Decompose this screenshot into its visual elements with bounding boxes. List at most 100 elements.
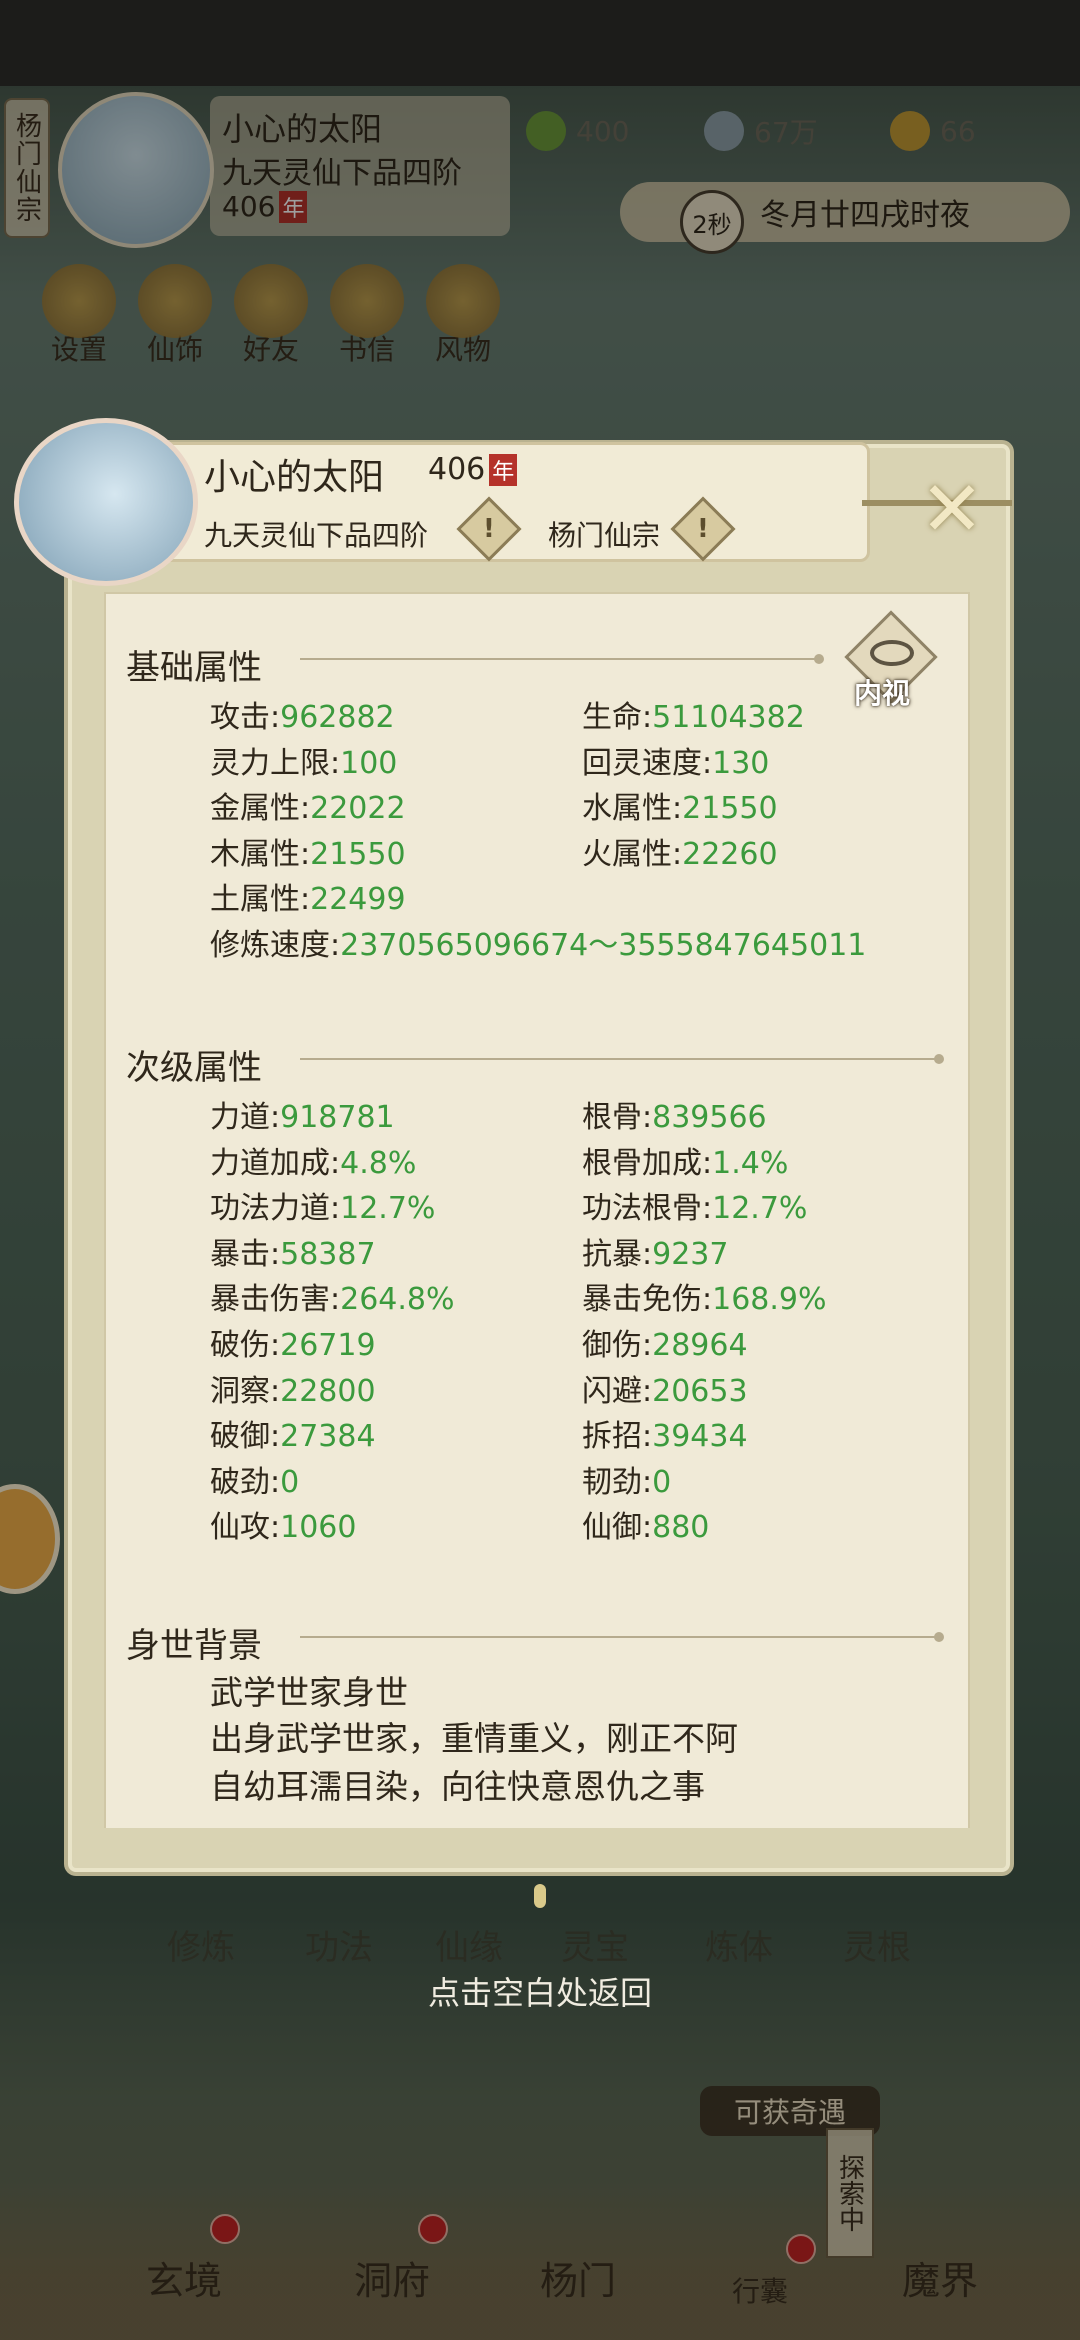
attr-label: 金属性 — [210, 791, 300, 826]
attr-secondary-15: 拆招:39434 — [582, 1411, 748, 1455]
attr-secondary-14: 破御:27384 — [210, 1411, 376, 1455]
attr-value: 58387 — [280, 1236, 376, 1272]
attr-separator: : — [642, 1236, 653, 1272]
attr-separator: : — [642, 700, 653, 735]
profile-age-value: 406 — [428, 452, 486, 487]
attr-label: 功法力道 — [210, 1191, 330, 1227]
warning-icon: ! — [483, 513, 495, 544]
attr-value: 12.7% — [340, 1191, 436, 1227]
attr-value: 0 — [280, 1464, 300, 1500]
attr-label: 力道 — [210, 1100, 270, 1135]
attr-label: 回灵速度 — [582, 745, 702, 781]
eye-icon — [870, 640, 914, 666]
attr-secondary-10: 破伤:26719 — [210, 1320, 376, 1364]
attr-separator: : — [642, 1419, 653, 1455]
tap-to-return-hint: 点击空白处返回 — [427, 1974, 652, 2012]
attr-basic-2: 灵力上限:100 — [210, 738, 397, 782]
attr-separator: : — [330, 1282, 341, 1318]
attr-secondary-3: 根骨加成:1.4% — [582, 1138, 788, 1182]
attr-value: 962882 — [280, 700, 395, 735]
section-divider — [300, 1632, 944, 1642]
background-title: 身世背景 — [126, 1626, 262, 1666]
attr-label: 修炼速度 — [210, 927, 330, 963]
attr-value: 26719 — [280, 1328, 376, 1363]
attr-basic-3: 回灵速度:130 — [582, 738, 769, 782]
inner-view-button[interactable]: 内视 — [844, 610, 938, 710]
attr-basic-4: 金属性:22022 — [210, 783, 406, 827]
attr-secondary-12: 洞察:22800 — [210, 1366, 376, 1410]
attr-secondary-4: 功法力道:12.7% — [210, 1183, 435, 1227]
attr-secondary-1: 根骨:839566 — [582, 1092, 767, 1136]
modal-scroll-handle[interactable] — [534, 1884, 546, 1908]
attr-label: 暴击伤害 — [210, 1282, 330, 1318]
attr-label: 功法根骨 — [582, 1191, 702, 1227]
attr-label: 御伤 — [582, 1328, 642, 1363]
attr-value: 100 — [340, 745, 398, 781]
attr-separator: : — [330, 1191, 341, 1227]
attr-separator: : — [642, 1464, 653, 1500]
attr-value: 27384 — [280, 1419, 376, 1455]
attr-secondary-19: 仙御:880 — [582, 1502, 709, 1546]
attr-label: 韧劲 — [582, 1464, 642, 1500]
attr-label: 土属性 — [210, 882, 300, 917]
attr-separator: : — [300, 882, 311, 917]
attr-value: 9237 — [652, 1236, 729, 1272]
attr-secondary-13: 闪避:20653 — [582, 1366, 748, 1410]
attr-basic-6: 木属性:21550 — [210, 829, 406, 873]
attr-value: 264.8% — [340, 1282, 455, 1318]
attr-separator: : — [642, 1328, 653, 1363]
attr-separator: : — [300, 791, 311, 826]
attr-secondary-5: 功法根骨:12.7% — [582, 1183, 807, 1227]
profile-sect: 杨门仙宗 — [548, 519, 661, 552]
attr-separator: : — [702, 1282, 713, 1318]
attr-separator: : — [270, 1100, 281, 1135]
secondary-attrs-title: 次级属性 — [126, 1048, 262, 1088]
attr-label: 洞察 — [210, 1373, 270, 1409]
attr-secondary-6: 暴击:58387 — [210, 1229, 376, 1273]
attr-value: 21550 — [682, 791, 778, 826]
attr-value: 28964 — [652, 1328, 748, 1363]
attr-separator: : — [642, 1510, 653, 1546]
attr-separator: : — [270, 1510, 281, 1546]
attr-separator: : — [270, 1236, 281, 1272]
attr-separator: : — [330, 927, 341, 963]
background-line: 出身武学世家，重情重义，刚正不阿 — [210, 1719, 738, 1758]
attr-secondary-0: 力道:918781 — [210, 1092, 395, 1136]
attr-secondary-11: 御伤:28964 — [582, 1320, 748, 1364]
attr-label: 暴击免伤 — [582, 1282, 702, 1318]
attr-value: 1060 — [280, 1510, 357, 1546]
attr-value: 918781 — [280, 1100, 395, 1135]
basic-attrs-title: 基础属性 — [126, 648, 262, 688]
attr-label: 仙攻 — [210, 1510, 270, 1546]
attr-value: 39434 — [652, 1419, 748, 1455]
attr-separator: : — [330, 745, 341, 781]
attr-basic-9: 修炼速度:2370565096674～3555847645011 — [210, 920, 866, 964]
attr-value: 22800 — [280, 1373, 376, 1409]
attr-label: 破劲 — [210, 1464, 270, 1500]
close-icon: ✕ — [920, 463, 984, 553]
content-clip — [106, 1814, 968, 1828]
profile-name: 小心的太阳 — [204, 457, 385, 498]
attr-value: 21550 — [310, 836, 406, 872]
attr-secondary-17: 韧劲:0 — [582, 1457, 671, 1501]
attr-label: 闪避 — [582, 1373, 642, 1409]
attr-value: 168.9% — [712, 1282, 827, 1318]
inner-view-label: 内视 — [854, 677, 911, 710]
attr-secondary-18: 仙攻:1060 — [210, 1502, 356, 1546]
profile-avatar — [14, 418, 198, 586]
section-divider — [300, 654, 824, 664]
attr-label: 根骨加成 — [582, 1145, 702, 1181]
attr-separator: : — [672, 791, 683, 826]
attr-basic-7: 火属性:22260 — [582, 829, 778, 873]
attr-separator: : — [270, 1419, 281, 1455]
attr-secondary-9: 暴击免伤:168.9% — [582, 1274, 827, 1318]
attr-label: 火属性 — [582, 836, 672, 872]
attr-separator: : — [330, 1145, 341, 1181]
attr-separator: : — [642, 1100, 653, 1135]
close-button[interactable]: ✕ — [912, 464, 992, 553]
attr-secondary-7: 抗暴:9237 — [582, 1229, 728, 1273]
attr-label: 攻击 — [210, 700, 270, 735]
profile-age: 406 年 — [428, 452, 518, 487]
attr-value: 839566 — [652, 1100, 767, 1135]
attr-value: 1.4% — [712, 1145, 789, 1181]
